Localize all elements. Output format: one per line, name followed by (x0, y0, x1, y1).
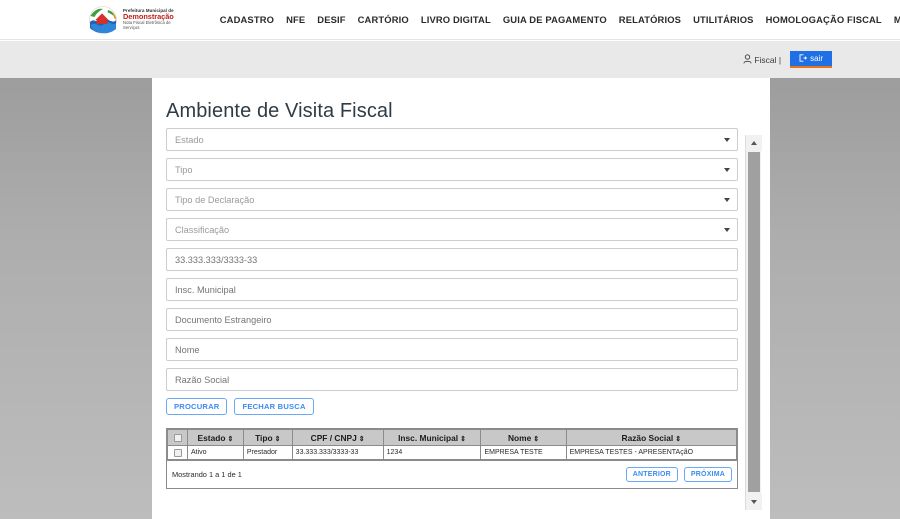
pagination-summary: Mostrando 1 a 1 de 1 (172, 470, 242, 479)
logout-button[interactable]: sair (790, 51, 832, 68)
nav-item-cartorio[interactable]: CARTÓRIO (352, 10, 415, 29)
cell-razao-social: EMPRESA TESTES - APRESENTAçãO (565, 445, 738, 460)
select-estado[interactable]: Estado (166, 128, 738, 151)
select-estado-label: Estado (175, 134, 204, 145)
field-row-classificacao: Classificação (166, 218, 738, 241)
brand-line-3: Nota Fiscal Eletrônica de Serviços (123, 20, 171, 30)
select-all-checkbox[interactable] (173, 434, 182, 443)
table-row[interactable]: Ativo Prestador 33.333.333/3333-33 1234 … (167, 445, 738, 460)
chevron-down-icon (724, 227, 730, 232)
cell-nome: EMPRESA TESTE (480, 445, 567, 460)
form-scroll-area: Estado Tipo Tipo de Declaração Classific… (166, 128, 756, 515)
chevron-down-icon (724, 197, 730, 202)
brand-logo[interactable]: Prefeitura Municipal de Demonstração Not… (88, 5, 174, 34)
cell-estado: Ativo (187, 445, 244, 460)
field-row-cpf-cnpj (166, 248, 738, 271)
field-row-nome (166, 338, 738, 361)
sort-icon[interactable]: ⇕ (227, 435, 233, 443)
nav-item-homologacao-fiscal[interactable]: HOMOLOGAÇÃO FISCAL (760, 10, 888, 29)
field-row-estado: Estado (166, 128, 738, 151)
sort-icon[interactable]: ⇕ (275, 435, 281, 443)
pagination-buttons: ANTERIOR PRÓXIMA (625, 467, 732, 482)
scroll-down-button[interactable] (746, 494, 762, 510)
field-row-insc-municipal (166, 278, 738, 301)
row-select-cell[interactable] (167, 445, 188, 460)
nav-item-utilitarios[interactable]: UTILITÁRIOS (687, 10, 760, 29)
nav-item-relatorios[interactable]: RELATÓRIOS (613, 10, 687, 29)
select-tipo-declaracao-label: Tipo de Declaração (175, 194, 255, 205)
sort-icon[interactable]: ⇕ (359, 435, 365, 443)
procurar-button[interactable]: PROCURAR (166, 398, 228, 415)
cell-cpf-cnpj: 33.333.333/3333-33 (291, 445, 384, 460)
column-label-razao-social: Razão Social (621, 432, 674, 443)
top-navigation-bar: Prefeitura Municipal de Demonstração Not… (0, 0, 900, 40)
city-crest-icon (88, 5, 118, 34)
field-row-razao-social (166, 368, 738, 391)
select-tipo[interactable]: Tipo (166, 158, 738, 181)
column-header-cpf-cnpj[interactable]: CPF / CNPJ ⇕ (291, 429, 384, 446)
pagination-bar: Mostrando 1 a 1 de 1 ANTERIOR PRÓXIMA (166, 461, 738, 489)
field-row-tipo-declaracao: Tipo de Declaração (166, 188, 738, 211)
column-header-tipo[interactable]: Tipo ⇕ (242, 429, 293, 446)
field-row-documento-estrangeiro (166, 308, 738, 331)
main-menu: CADASTRO NFE DESIF CARTÓRIO LIVRO DIGITA… (214, 10, 900, 29)
column-header-estado[interactable]: Estado ⇕ (187, 429, 244, 446)
column-label-estado: Estado (197, 432, 226, 443)
sort-icon[interactable]: ⇕ (460, 435, 466, 443)
scrollbar-thumb[interactable] (748, 152, 760, 492)
select-classificacao[interactable]: Classificação (166, 218, 738, 241)
column-label-cpf-cnpj: CPF / CNPJ (310, 432, 357, 443)
razao-social-input[interactable] (166, 368, 738, 391)
user-session-block: Fiscal | sair (743, 51, 832, 69)
cell-insc-municipal: 1234 (382, 445, 482, 460)
nav-item-manuais[interactable]: MANUAIS (888, 10, 900, 29)
search-form: Estado Tipo Tipo de Declaração Classific… (166, 128, 738, 489)
fechar-busca-button[interactable]: FECHAR BUSCA (234, 398, 314, 415)
chevron-down-icon (724, 137, 730, 142)
caret-down-icon (751, 500, 757, 504)
documento-estrangeiro-input[interactable] (166, 308, 738, 331)
nav-item-desif[interactable]: DESIF (311, 10, 351, 29)
row-checkbox[interactable] (173, 448, 182, 457)
column-label-tipo: Tipo (255, 432, 273, 443)
column-header-razao-social[interactable]: Razão Social ⇕ (565, 429, 738, 446)
results-table: Estado ⇕ Tipo ⇕ CPF / CNPJ ⇕ Insc. Municipa… (166, 428, 738, 461)
sort-icon[interactable]: ⇕ (675, 435, 681, 443)
nav-item-nfe[interactable]: NFE (280, 10, 311, 29)
select-tipo-label: Tipo (175, 164, 193, 175)
user-name-label: Fiscal | (754, 54, 782, 65)
vertical-scrollbar[interactable] (745, 135, 762, 510)
user-icon (743, 51, 752, 69)
select-tipo-declaracao[interactable]: Tipo de Declaração (166, 188, 738, 211)
column-label-nome: Nome (507, 432, 532, 443)
sort-icon[interactable]: ⇕ (533, 435, 539, 443)
nome-input[interactable] (166, 338, 738, 361)
form-action-buttons: PROCURAR FECHAR BUSCA (166, 398, 738, 415)
page-title: Ambiente de Visita Fiscal (166, 100, 393, 122)
column-header-insc-municipal[interactable]: Insc. Municipal ⇕ (382, 429, 482, 446)
nav-item-guia-de-pagamento[interactable]: GUIA DE PAGAMENTO (497, 10, 613, 29)
column-header-select-all[interactable] (167, 429, 188, 446)
user-session-bar: Fiscal | sair (0, 41, 900, 78)
table-header-row: Estado ⇕ Tipo ⇕ CPF / CNPJ ⇕ Insc. Municipa… (167, 429, 738, 446)
field-row-tipo: Tipo (166, 158, 738, 181)
cell-tipo: Prestador (242, 445, 293, 460)
scroll-up-button[interactable] (746, 135, 762, 151)
next-page-button[interactable]: PRÓXIMA (683, 467, 732, 482)
visita-fiscal-panel: Ambiente de Visita Fiscal Estado Tipo Ti… (152, 78, 770, 519)
caret-up-icon (751, 141, 757, 145)
nav-item-cadastro[interactable]: CADASTRO (214, 10, 280, 29)
logout-label: sair (810, 54, 823, 63)
nav-item-livro-digital[interactable]: LIVRO DIGITAL (415, 10, 497, 29)
cpf-cnpj-input[interactable] (166, 248, 738, 271)
column-label-insc-municipal: Insc. Municipal (398, 432, 459, 443)
insc-municipal-input[interactable] (166, 278, 738, 301)
select-classificacao-label: Classificação (175, 224, 230, 235)
previous-page-button[interactable]: ANTERIOR (625, 467, 678, 482)
chevron-down-icon (724, 167, 730, 172)
logout-icon (799, 53, 808, 64)
column-header-nome[interactable]: Nome ⇕ (480, 429, 567, 446)
